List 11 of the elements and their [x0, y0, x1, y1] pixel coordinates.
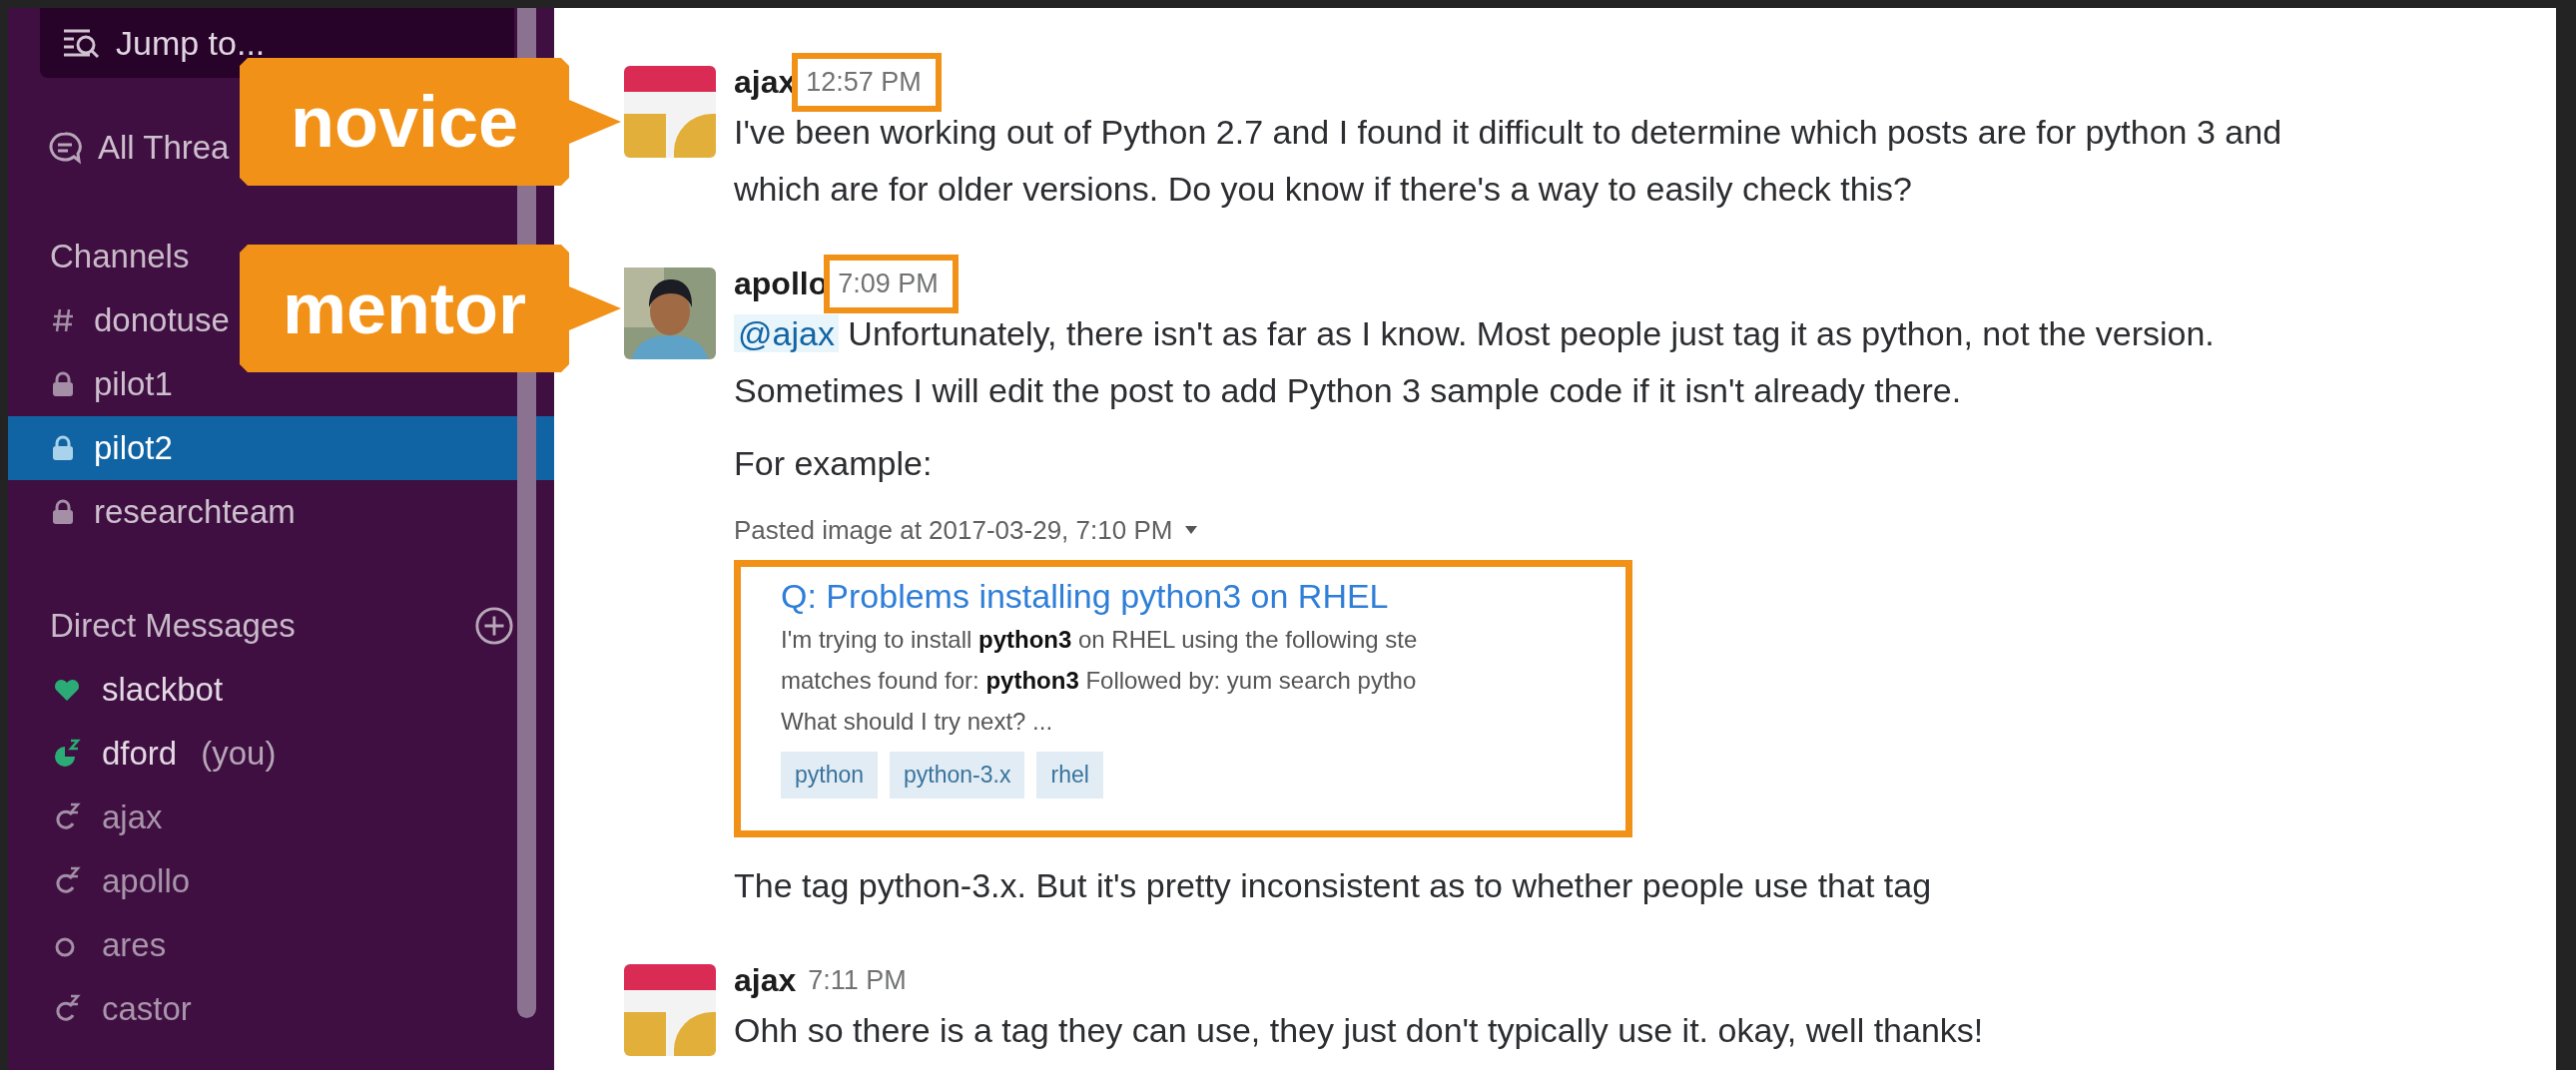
- message-text: For example:: [734, 443, 934, 484]
- section-title: Direct Messages: [50, 607, 296, 645]
- message-text: Ohh so there is a tag they can use, they just don't typically use it. okay, well thanks!: [734, 1010, 1984, 1051]
- message-text: The tag python-3.x. But it's pretty inconsistent as to whether people use that tag: [734, 865, 1933, 906]
- attachment-caption: Pasted image at 2017-03-29, 7:10 PM: [734, 514, 1173, 546]
- message-text: @ajax Unfortunately, there isn't as far as I know. Most people just tag it as python, not the version. Sometimes I will edit the post to add Python 3 sample code if it isn't already there.: [734, 313, 2215, 411]
- message-text: I've been working out of Python 2.7 and I found it difficult to determine which posts are for python 3 and which are for older versions. Do you know if there's a way to easily check this?: [734, 112, 2282, 210]
- excerpt-line: matches found for: python3 Followed by: yum search pytho: [781, 666, 1418, 696]
- excerpt-line: I'm trying to install python3 on RHEL using the following ste: [781, 625, 1419, 655]
- excerpt-line: What should I try next? ...: [781, 707, 1054, 737]
- section-title: Channels: [50, 238, 190, 275]
